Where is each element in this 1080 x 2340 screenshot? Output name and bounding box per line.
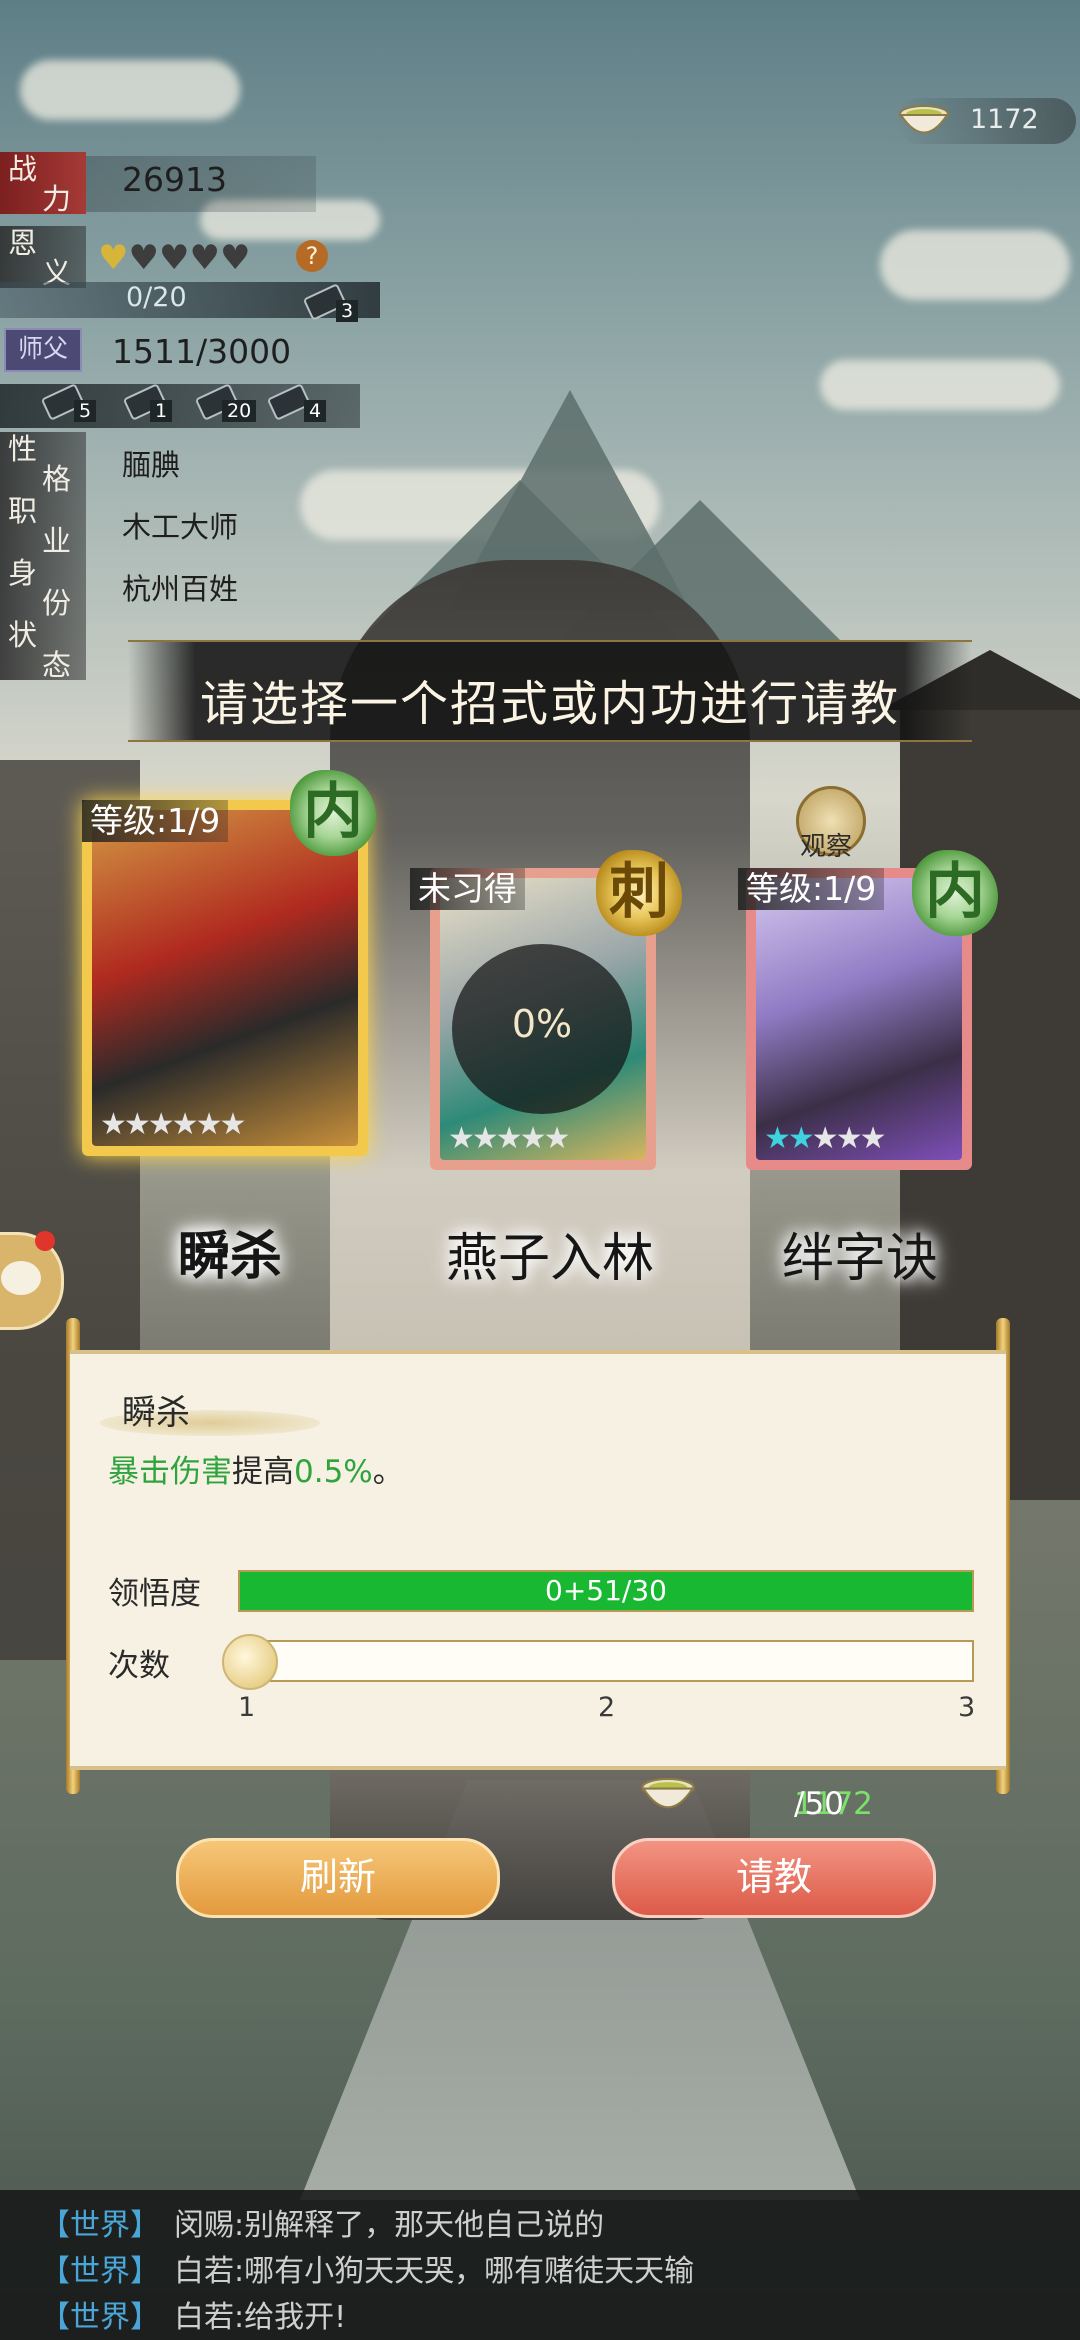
identity-label: 身 份	[0, 556, 86, 620]
favor-hearts: ♥♥♥♥♥	[98, 238, 250, 278]
times-tick: 3	[958, 1692, 976, 1723]
chat-text: 哪有小狗天天哭，哪有赌徒天天输	[244, 2254, 695, 2289]
skill-description: 暴击伤害提高0.5%。	[108, 1446, 404, 1491]
power-label-char: 战	[8, 152, 38, 186]
notification-dot	[35, 1231, 55, 1251]
chat-icon	[1, 1261, 41, 1295]
chat-text: 别解释了，那天他自己说的	[244, 2208, 605, 2243]
heart-icon: ♥	[128, 238, 159, 278]
item-count: 4	[304, 400, 327, 422]
job-label-char: 业	[42, 524, 72, 558]
item-count: 1	[150, 400, 173, 422]
power-value: 26913	[122, 160, 227, 199]
comprehension-label: 领悟度	[108, 1576, 201, 1612]
heart-icon: ♥	[158, 238, 190, 278]
identity-label-char: 身	[8, 556, 38, 590]
card-stars: ★★★★★	[448, 1121, 570, 1156]
chat-channel: 【世界】	[40, 2254, 160, 2289]
master-value: 1511/3000	[112, 332, 292, 371]
desc-stat: 暴击伤害	[108, 1454, 232, 1490]
personality-label-char: 格	[42, 462, 72, 496]
tea-bowl-icon	[899, 105, 949, 134]
chat-sender: 白若:	[174, 2254, 245, 2289]
item-count: 20	[222, 400, 257, 422]
chat-channel: 【世界】	[40, 2208, 160, 2243]
top-resource-value: 1172	[970, 104, 1039, 135]
chat-message: 【世界】 白若:哪有小狗天天哭，哪有赌徒天天输	[40, 2246, 694, 2290]
favor-label-char: 恩	[8, 226, 38, 260]
card-name: 绊字诀	[781, 1229, 938, 1289]
chat-text: 给我开!	[244, 2300, 347, 2335]
top-resource: 1172	[896, 98, 1076, 144]
times-slider-handle[interactable]	[222, 1634, 278, 1690]
card-name: 瞬杀	[177, 1227, 282, 1287]
status-label-char: 态	[42, 648, 72, 682]
favor-counter-value: 0/20	[126, 282, 187, 313]
comprehension-text: 0+51/30	[545, 1574, 667, 1607]
favor-label: 恩 义	[0, 226, 86, 290]
power-label: 战 力	[0, 152, 86, 216]
learn-progress: 0%	[452, 944, 632, 1114]
cloud	[20, 60, 240, 120]
personality-label-char: 性	[8, 432, 38, 466]
card-stars: ★★★★★★	[100, 1107, 246, 1142]
power-label-char: 力	[42, 182, 72, 216]
observe-label: 观察	[800, 832, 853, 862]
desc-amount: 0.5%	[294, 1454, 373, 1490]
favor-help-button[interactable]: ?	[296, 240, 328, 272]
instruction-banner: 请选择一个招式或内功进行请教	[128, 640, 972, 742]
times-slider[interactable]	[238, 1640, 974, 1682]
cloud	[880, 230, 1070, 300]
learn-progress-text: 0%	[511, 1002, 573, 1046]
card-stars: ★★★★★	[764, 1121, 886, 1156]
chat-message: 【世界】 闵赐:别解释了，那天他自己说的	[40, 2200, 604, 2244]
identity-label-char: 份	[42, 586, 72, 620]
personality-value: 腼腆	[122, 448, 181, 482]
card-art	[92, 810, 358, 1146]
heart-icon: ♥	[219, 238, 251, 278]
refresh-button[interactable]: 刷新	[176, 1838, 500, 1918]
master-badge: 师父	[4, 328, 82, 372]
cloud	[820, 360, 1060, 410]
status-label-char: 状	[8, 618, 38, 652]
status-label: 状 态	[0, 618, 86, 682]
chat-channel: 【世界】	[40, 2300, 160, 2335]
desc-end: 。	[372, 1454, 404, 1490]
chat-message: 【世界】 白若:给我开!	[40, 2292, 346, 2336]
job-label: 职 业	[0, 494, 86, 558]
tea-bowl-icon	[641, 1777, 695, 1809]
job-value: 木工大师	[122, 510, 239, 544]
item-count: 5	[74, 400, 97, 422]
card-level: 等级:1/9	[82, 800, 229, 842]
chat-sender: 白若:	[174, 2300, 245, 2335]
cost-display: 1172/50	[638, 1770, 898, 1822]
times-tick: 1	[238, 1692, 256, 1723]
heart-icon: ♥	[98, 238, 129, 278]
desc-verb: 提高	[232, 1454, 294, 1490]
comprehension-bar: 0+51/30	[238, 1570, 974, 1612]
card-level: 等级:1/9	[738, 868, 885, 910]
times-tick: 2	[598, 1692, 616, 1723]
favor-item-count: 3	[336, 300, 359, 322]
cost-need: /50	[794, 1786, 844, 1822]
job-label-char: 职	[8, 494, 38, 528]
times-label: 次数	[108, 1648, 170, 1684]
card-level: 未习得	[410, 868, 525, 910]
card-name: 燕子入林	[445, 1229, 654, 1289]
skill-title: 瞬杀	[122, 1393, 190, 1433]
chat-sender: 闵赐:	[174, 2208, 245, 2243]
heart-icon: ♥	[189, 238, 220, 278]
personality-label: 性 格	[0, 432, 86, 496]
instruction-text: 请选择一个招式或内功进行请教	[199, 676, 900, 732]
ask-button[interactable]: 请教	[612, 1838, 936, 1918]
identity-value: 杭州百姓	[122, 572, 239, 606]
